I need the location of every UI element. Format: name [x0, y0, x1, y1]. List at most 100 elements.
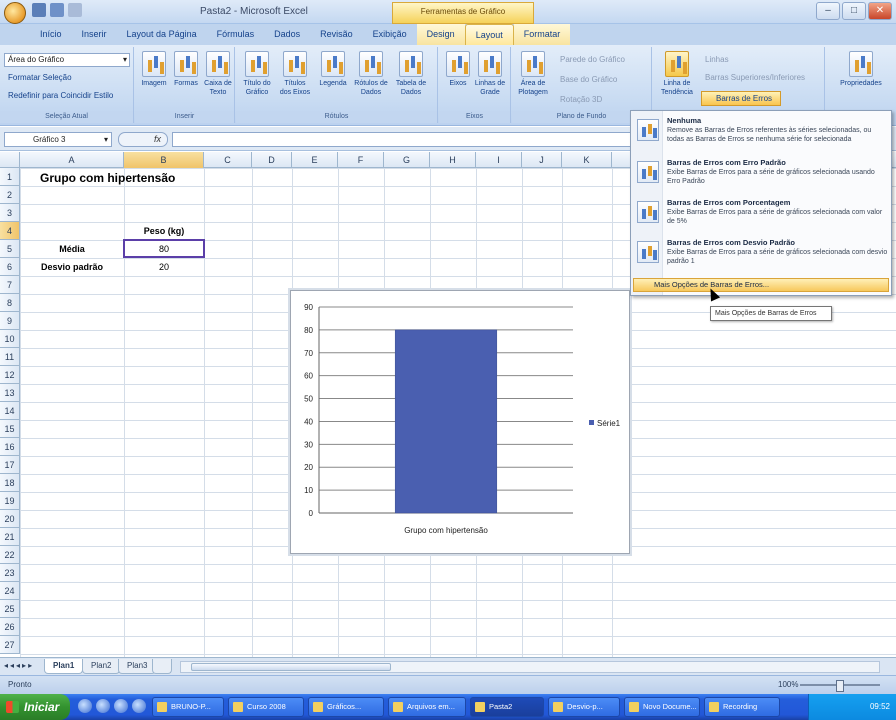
taskbar-item[interactable]: Novo Docume... [624, 697, 700, 717]
col-header[interactable]: D [252, 152, 292, 168]
textbox-button[interactable]: Caixa de Texto [201, 51, 235, 97]
chart-wall-button[interactable]: Parede do Gráfico [560, 55, 625, 64]
row-header[interactable]: 5 [0, 240, 20, 258]
row-header[interactable]: 17 [0, 456, 20, 474]
row-header[interactable]: 20 [0, 510, 20, 528]
cell-b5-desvio-value[interactable]: 20 [124, 258, 204, 276]
col-header[interactable]: B [124, 152, 204, 168]
trendline-button[interactable]: Linha de Tendência [657, 51, 697, 97]
row-header[interactable]: 11 [0, 348, 20, 366]
row-header[interactable]: 13 [0, 384, 20, 402]
tab-exibicao[interactable]: Exibição [363, 24, 417, 45]
sheet-tab-plan1[interactable]: Plan1 [44, 659, 84, 674]
cell-a4-media[interactable]: Média [20, 240, 124, 258]
menu-item-none[interactable]: Nenhuma Remove as Barras de Erros refere… [631, 113, 891, 153]
row-header[interactable]: 16 [0, 438, 20, 456]
menu-item-standard-error[interactable]: Barras de Erros com Erro Padrão Exibe Ba… [631, 155, 891, 195]
chart-element-select[interactable]: Área do Gráfico [4, 53, 130, 67]
row-header[interactable]: 3 [0, 204, 20, 222]
gridlines-button[interactable]: Linhas de Grade [473, 51, 507, 97]
col-header[interactable]: F [338, 152, 384, 168]
data-table-button[interactable]: Tabela de Dados [394, 51, 428, 97]
row-header[interactable]: 14 [0, 402, 20, 420]
zoom-slider[interactable] [800, 680, 880, 692]
rotation-3d-button[interactable]: Rotação 3D [560, 95, 602, 104]
chart-title-button[interactable]: Título do Gráfico [240, 51, 274, 97]
data-labels-button[interactable]: Rótulos de Dados [354, 51, 388, 97]
image-button[interactable]: Imagem [137, 51, 171, 88]
cell-a1-title[interactable]: Grupo com hipertensão [40, 169, 175, 187]
minimize-button[interactable]: – [816, 2, 840, 20]
row-header[interactable]: 7 [0, 276, 20, 294]
lines-button[interactable]: Linhas [705, 55, 729, 64]
row-header[interactable]: 21 [0, 528, 20, 546]
col-header[interactable]: A [20, 152, 124, 168]
tab-formulas[interactable]: Fórmulas [207, 24, 265, 45]
row-header[interactable]: 9 [0, 312, 20, 330]
close-button[interactable]: ✕ [868, 2, 892, 20]
row-header[interactable]: 6 [0, 258, 20, 276]
row-header[interactable]: 8 [0, 294, 20, 312]
row-header[interactable]: 15 [0, 420, 20, 438]
legend-button[interactable]: Legenda [316, 51, 350, 88]
tab-inserir[interactable]: Inserir [72, 24, 117, 45]
reset-style-button[interactable]: Redefinir para Coincidir Estilo [8, 91, 113, 100]
updown-bars-button[interactable]: Barras Superiores/Inferiores [705, 73, 805, 82]
tab-dados[interactable]: Dados [264, 24, 310, 45]
undo-icon[interactable] [50, 3, 64, 17]
quick-launch-icon[interactable] [96, 699, 110, 713]
axes-button[interactable]: Eixos [441, 51, 475, 88]
col-header[interactable]: H [430, 152, 476, 168]
row-header[interactable]: 10 [0, 330, 20, 348]
taskbar-item[interactable]: Gráficos... [308, 697, 384, 717]
fx-icon[interactable]: fx [118, 132, 168, 147]
start-button[interactable]: Iniciar [0, 694, 70, 720]
taskbar-item-excel[interactable]: Pasta2 [470, 697, 544, 717]
error-bars-button[interactable]: Barras de Erros [701, 91, 781, 106]
taskbar-item[interactable]: BRUNO-P... [152, 697, 224, 717]
horizontal-scrollbar[interactable] [180, 661, 880, 673]
bar-chart[interactable]: 0 10 20 30 40 50 60 70 80 90 Grupo com hipertensão… [291, 291, 631, 555]
tab-layout[interactable]: Layout [464, 24, 514, 45]
row-header[interactable]: 12 [0, 366, 20, 384]
properties-button[interactable]: Propriedades [840, 51, 882, 88]
row-header[interactable]: 19 [0, 492, 20, 510]
format-selection-button[interactable]: Formatar Seleção [8, 73, 72, 82]
row-header[interactable]: 4 [0, 222, 20, 240]
axis-titles-button[interactable]: Títulos dos Eixos [278, 51, 312, 97]
sheet-tab-plan2[interactable]: Plan2 [82, 659, 121, 674]
row-header[interactable]: 24 [0, 582, 20, 600]
quick-launch-icon[interactable] [132, 699, 146, 713]
row-header[interactable]: 25 [0, 600, 20, 618]
tab-design[interactable]: Design [416, 24, 465, 45]
chart-area[interactable]: 0 10 20 30 40 50 60 70 80 90 Grupo com hipertensão… [290, 290, 630, 554]
insert-sheet-icon[interactable] [152, 659, 172, 674]
row-header[interactable]: 1 [0, 168, 20, 186]
redo-icon[interactable] [68, 3, 82, 17]
scroll-thumb[interactable] [191, 663, 391, 671]
col-header[interactable]: G [384, 152, 430, 168]
row-header[interactable]: 22 [0, 546, 20, 564]
save-icon[interactable] [32, 3, 46, 17]
menu-item-percentage[interactable]: Barras de Erros com Porcentagem Exibe Ba… [631, 195, 891, 235]
row-header[interactable]: 27 [0, 636, 20, 654]
select-all-corner[interactable] [0, 152, 20, 168]
col-header[interactable]: K [562, 152, 612, 168]
menu-item-more-options[interactable]: Mais Opções de Barras de Erros... [633, 278, 889, 292]
sheet-tab-plan3[interactable]: Plan3 [118, 659, 157, 674]
taskbar-item[interactable]: Curso 2008 [228, 697, 304, 717]
formula-input[interactable] [172, 132, 632, 147]
tab-inicio[interactable]: Início [30, 24, 72, 45]
row-header[interactable]: 26 [0, 618, 20, 636]
taskbar-item[interactable]: Desvio-p... [548, 697, 620, 717]
office-button[interactable] [4, 2, 26, 24]
maximize-button[interactable]: □ [842, 2, 866, 20]
col-header[interactable]: I [476, 152, 522, 168]
col-header[interactable]: J [522, 152, 562, 168]
row-header[interactable]: 2 [0, 186, 20, 204]
row-header[interactable]: 18 [0, 474, 20, 492]
cell-a5-desvio[interactable]: Desvio padrão [20, 258, 124, 276]
sheet-nav-arrows-icon[interactable]: ◂◂◂▸▸ [4, 661, 34, 670]
cell-b3-peso[interactable]: Peso (kg) [124, 222, 204, 240]
tab-layout-pagina[interactable]: Layout da Página [117, 24, 207, 45]
